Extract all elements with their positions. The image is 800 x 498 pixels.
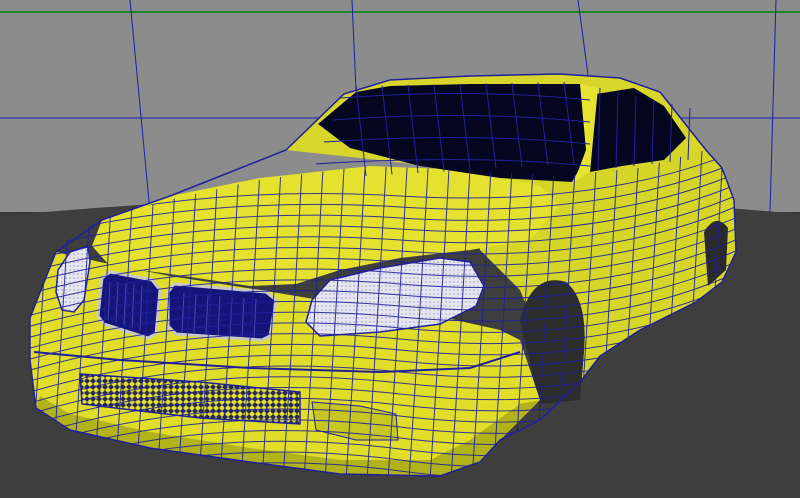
kidney-grille-right — [166, 282, 278, 342]
3d-viewport[interactable] — [0, 0, 800, 498]
viewport-canvas[interactable] — [0, 0, 800, 498]
